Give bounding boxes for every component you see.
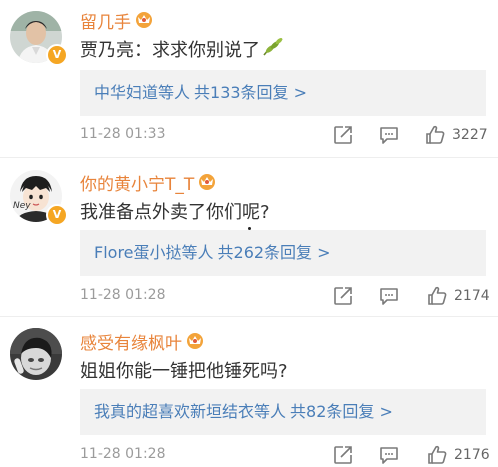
reply-count[interactable]: 共82条回复 > bbox=[290, 402, 393, 421]
username[interactable]: 留几手 bbox=[80, 8, 154, 33]
share-icon[interactable] bbox=[332, 124, 354, 146]
verified-badge: V bbox=[46, 44, 68, 66]
username[interactable]: 你的黄小宁T_T bbox=[80, 170, 217, 195]
thumbs-up-icon[interactable] bbox=[426, 444, 448, 466]
thumbs-up-icon[interactable] bbox=[424, 124, 446, 146]
comment-icon[interactable] bbox=[378, 285, 400, 307]
share-icon[interactable] bbox=[332, 285, 354, 307]
comment-text-content: 贾乃亮：求求你别说了 bbox=[80, 40, 260, 61]
share-icon[interactable] bbox=[332, 444, 354, 466]
crown-badge-icon bbox=[197, 172, 217, 195]
leaf-emoji-icon bbox=[262, 37, 284, 62]
comment-icon[interactable] bbox=[378, 444, 400, 466]
like-count: 3227 bbox=[452, 127, 488, 143]
reply-summary[interactable]: Flore蛋小挞等人 共262条回复 > bbox=[80, 230, 486, 276]
reply-summary[interactable]: 我真的超喜欢新垣结衣等人 共82条回复 > bbox=[80, 389, 486, 435]
crown-badge-icon bbox=[185, 331, 205, 354]
username-text: 你的黄小宁T_T bbox=[80, 175, 195, 195]
thumbs-up-icon[interactable] bbox=[426, 285, 448, 307]
username[interactable]: 感受有缘枫叶 bbox=[80, 329, 205, 354]
comment-item: 感受有缘枫叶 姐姐你能一锤把他锤死吗? 我真的超喜欢新垣结衣等人 共82条回复 >… bbox=[0, 317, 498, 467]
verified-badge: V bbox=[46, 204, 68, 226]
like-count: 2174 bbox=[454, 288, 490, 304]
username-text: 留几手 bbox=[80, 13, 131, 33]
comment-text: 我准备点外卖了你们呢? bbox=[80, 202, 270, 223]
reply-names[interactable]: 我真的超喜欢新垣结衣等人 bbox=[94, 402, 286, 421]
comment-text: 贾乃亮：求求你别说了 bbox=[80, 36, 284, 62]
comment-icon[interactable] bbox=[378, 124, 400, 146]
comment-text: 姐姐你能一锤把他锤死吗? bbox=[80, 361, 288, 382]
svg-text:Ney: Ney bbox=[13, 201, 31, 211]
comment-item: V 留几手 贾乃亮：求求你别说了 中华妇道等人 共133条回复 > 11-28 0… bbox=[0, 0, 498, 160]
comment-item: Ney V 你的黄小宁T_T 我准备点外卖了你们呢? Flore蛋小挞等人 共26… bbox=[0, 158, 498, 318]
crown-badge-icon bbox=[134, 10, 154, 33]
reply-summary[interactable]: 中华妇道等人 共133条回复 > bbox=[80, 70, 486, 116]
username-text: 感受有缘枫叶 bbox=[80, 334, 182, 354]
reply-names[interactable]: Flore蛋小挞等人 bbox=[94, 243, 214, 262]
avatar[interactable] bbox=[10, 328, 62, 380]
like-count: 2176 bbox=[454, 447, 490, 463]
reply-count[interactable]: 共133条回复 > bbox=[194, 83, 307, 102]
comment-time: 11-28 01:28 bbox=[80, 446, 166, 462]
reply-count[interactable]: 共262条回复 > bbox=[218, 243, 331, 262]
reply-names[interactable]: 中华妇道等人 bbox=[94, 83, 190, 102]
comment-time: 11-28 01:28 bbox=[80, 287, 166, 303]
comment-time: 11-28 01:33 bbox=[80, 126, 166, 142]
